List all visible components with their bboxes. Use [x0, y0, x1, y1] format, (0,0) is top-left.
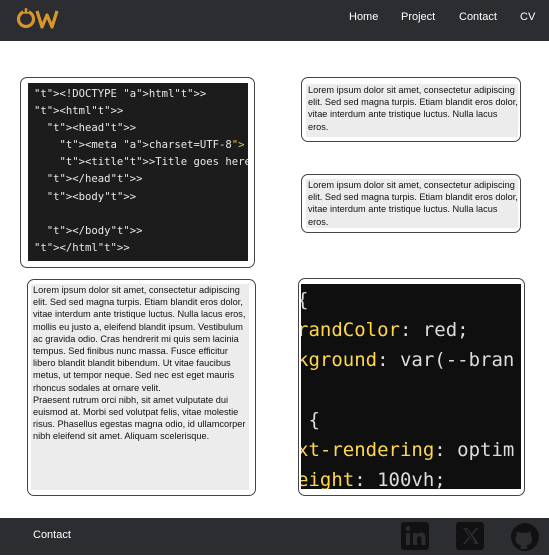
code-line: "t"><html: [34, 105, 92, 118]
code-line: "t"><meta: [59, 139, 117, 152]
code-line: eight: 100vh;: [301, 469, 446, 489]
css-code-snippet: { randColor: red; kground: var(--bran { …: [301, 284, 521, 489]
nav-project-link[interactable]: Project: [401, 11, 435, 23]
ow-logo-icon: [16, 8, 59, 29]
paragraph-1: Lorem ipsum dolor sit amet, consectetur …: [33, 285, 246, 393]
code-line: randColor: red;: [301, 319, 469, 341]
code-line: "t"><body: [46, 190, 105, 203]
text-card-body: Lorem ipsum dolor sit amet, consectetur …: [306, 84, 518, 137]
linkedin-icon[interactable]: [401, 522, 429, 555]
code-line: {: [308, 409, 320, 431]
text-card-long-body: Lorem ipsum dolor sit amet, consectetur …: [31, 284, 249, 490]
code-line: "t"></html: [34, 241, 98, 254]
code-line: "t"><title: [59, 156, 124, 169]
nav-cv-link[interactable]: CV: [520, 11, 535, 23]
nav-contact-link[interactable]: Contact: [459, 11, 497, 23]
footer-contact-link[interactable]: Contact: [33, 529, 71, 541]
code-line: "t"><head: [46, 122, 105, 135]
code-line: "t"></body: [46, 224, 111, 237]
github-icon[interactable]: [510, 522, 540, 557]
x-twitter-icon[interactable]: [456, 522, 484, 555]
code-line: kground: var(--bran: [301, 349, 515, 371]
paragraph-2: Praesent rutrum orci nibh, sit amet vulp…: [33, 394, 246, 442]
footer: Contact: [0, 518, 549, 555]
code-line: "t"><!DOCTYPE: [34, 88, 117, 100]
ow-logo[interactable]: [16, 6, 62, 35]
text-card-body: Lorem ipsum dolor sit amet, consectetur …: [306, 179, 518, 228]
top-navbar: Home Project Contact CV: [0, 0, 549, 41]
nav-home-link[interactable]: Home: [349, 11, 378, 23]
code-line: {: [301, 289, 308, 311]
html-code-snippet: "t"><!DOCTYPE "a">html"t">> "t"><html"t"…: [28, 83, 248, 261]
code-line: xt-rendering: optim: [301, 439, 515, 461]
code-line: "t"></head: [46, 173, 111, 186]
